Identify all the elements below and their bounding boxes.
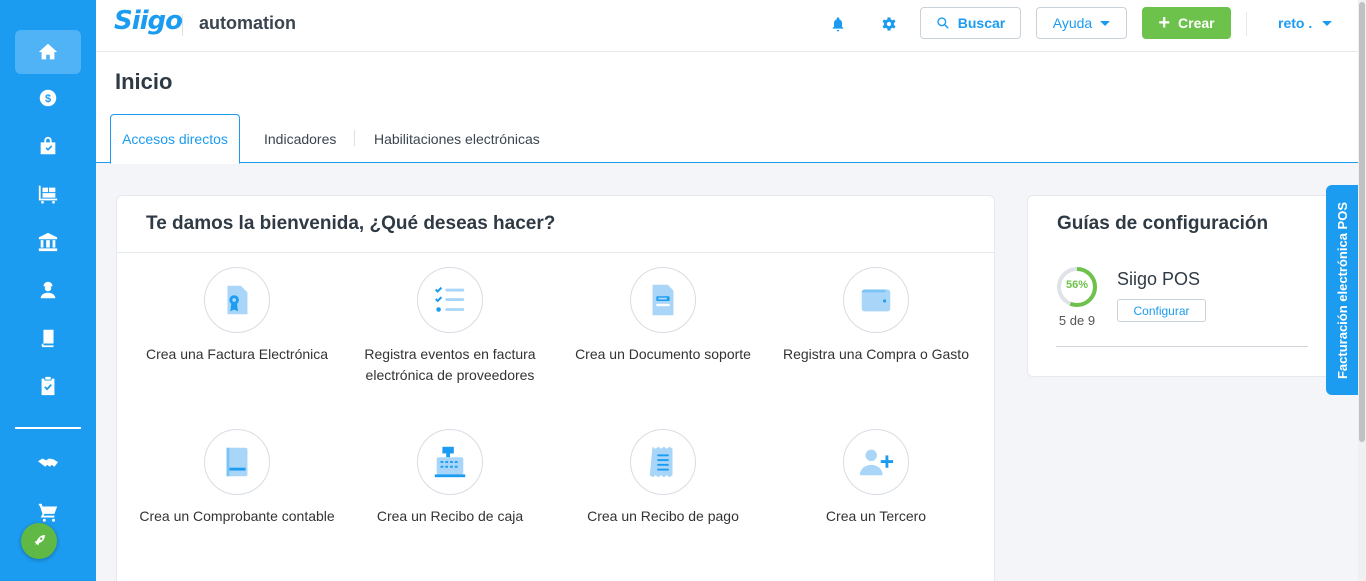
sidebar-item-home[interactable] bbox=[15, 30, 81, 74]
action-comprobante-contable[interactable]: Crea un Comprobante contable bbox=[131, 429, 343, 527]
search-button[interactable]: Buscar bbox=[920, 7, 1021, 39]
handshake-icon bbox=[37, 458, 59, 467]
ledger-icon bbox=[226, 447, 248, 477]
add-user-icon bbox=[859, 449, 894, 476]
header-separator bbox=[1246, 12, 1247, 36]
sidebar-divider bbox=[15, 427, 81, 429]
welcome-card: Te damos la bienvenida, ¿Qué deseas hace… bbox=[116, 195, 995, 581]
wallet-icon bbox=[861, 289, 891, 312]
cart-icon bbox=[38, 503, 58, 522]
action-factura-electronica[interactable]: Crea una Factura Electrónica bbox=[131, 267, 343, 365]
progress-percent: 56% bbox=[1065, 279, 1089, 291]
action-label: Registra una Compra o Gasto bbox=[783, 346, 969, 362]
dollar-icon: $ bbox=[39, 89, 57, 107]
tab-habilitaciones[interactable]: Habilitaciones electrónicas bbox=[374, 114, 540, 163]
action-documento-soporte[interactable]: Crea un Documento soporte bbox=[557, 267, 769, 365]
action-icon-circle bbox=[843, 429, 909, 495]
top-header: Siigo automation Buscar Ayuda + Crear re… bbox=[96, 0, 1358, 52]
action-icon-circle bbox=[204, 429, 270, 495]
search-button-label: Buscar bbox=[957, 15, 1006, 31]
create-button-label: Crear bbox=[1178, 15, 1215, 31]
action-recibo-pago[interactable]: Crea un Recibo de pago bbox=[557, 429, 769, 527]
logo-separator bbox=[182, 14, 183, 36]
action-label: Crea un Comprobante contable bbox=[139, 508, 335, 524]
sidebar-item-tasks[interactable] bbox=[15, 364, 81, 408]
help-label: Ayuda bbox=[1052, 15, 1093, 31]
sidebar-item-purchases[interactable] bbox=[15, 124, 81, 168]
action-label: Crea un Tercero bbox=[825, 508, 927, 524]
receipt-icon bbox=[649, 446, 673, 478]
action-crear-tercero[interactable]: Crea un Tercero bbox=[770, 429, 982, 527]
action-label: Crea una Factura Electrónica bbox=[145, 346, 329, 362]
action-label: Crea un Recibo de caja bbox=[376, 508, 524, 524]
pos-einvoice-side-tab[interactable]: Facturación electrónica POS bbox=[1326, 185, 1358, 395]
sidebar-item-inventory[interactable] bbox=[15, 172, 81, 216]
worker-icon bbox=[40, 281, 56, 299]
rocket-button[interactable] bbox=[21, 523, 57, 559]
sidebar-item-employees[interactable] bbox=[15, 268, 81, 312]
bank-icon bbox=[38, 232, 58, 252]
sidebar-item-partners[interactable] bbox=[15, 442, 81, 486]
svg-text:$: $ bbox=[45, 93, 51, 105]
create-button[interactable]: + Crear bbox=[1142, 7, 1231, 39]
sidebar-item-sales[interactable]: $ bbox=[15, 76, 81, 120]
card-divider bbox=[117, 252, 994, 253]
document-icon bbox=[652, 284, 674, 316]
clipboard-check-icon bbox=[41, 376, 55, 396]
page-title: Inicio bbox=[115, 69, 173, 94]
progress-steps: 5 de 9 bbox=[1058, 313, 1096, 328]
tab-indicadores[interactable]: Indicadores bbox=[264, 114, 336, 163]
bell-icon bbox=[832, 17, 844, 32]
home-icon bbox=[38, 43, 58, 60]
sidebar-item-banks[interactable] bbox=[15, 220, 81, 264]
action-icon-circle bbox=[417, 429, 483, 495]
book-icon bbox=[41, 329, 54, 348]
action-label: Crea un Recibo de pago bbox=[587, 508, 739, 524]
pallet-icon bbox=[38, 185, 58, 204]
action-eventos-factura[interactable]: Registra eventos en factura electrónica … bbox=[344, 267, 556, 386]
sidebar-item-accounting[interactable] bbox=[15, 316, 81, 360]
action-icon-circle bbox=[630, 429, 696, 495]
checklist-icon bbox=[435, 286, 465, 312]
notifications-button[interactable] bbox=[827, 13, 849, 35]
chevron-down-icon bbox=[1100, 20, 1111, 26]
chevron-down-icon bbox=[1322, 20, 1333, 26]
welcome-title: Te damos la bienvenida, ¿Qué deseas hace… bbox=[146, 213, 556, 234]
user-name: reto . bbox=[1278, 15, 1313, 31]
shopping-bag-icon bbox=[40, 136, 56, 155]
configure-button[interactable]: Configurar bbox=[1117, 299, 1206, 322]
guide-divider bbox=[1056, 346, 1308, 347]
side-tab-label: Facturación electrónica POS bbox=[1334, 201, 1350, 379]
settings-button[interactable] bbox=[878, 13, 900, 35]
action-icon-circle bbox=[630, 267, 696, 333]
sidebar: $ bbox=[0, 0, 96, 581]
scrollbar-thumb[interactable] bbox=[1359, 2, 1365, 442]
action-icon-circle bbox=[843, 267, 909, 333]
tab-separator bbox=[354, 130, 355, 146]
page-header: Inicio Accesos directos Indicadores Habi… bbox=[96, 52, 1358, 164]
action-icon-circle bbox=[417, 267, 483, 333]
action-icon-circle bbox=[204, 267, 270, 333]
siigo-logo[interactable]: Siigo bbox=[114, 6, 183, 36]
user-menu[interactable]: reto . bbox=[1278, 15, 1333, 31]
guides-card: Guías de configuración 56% 5 de 9 Siigo … bbox=[1027, 195, 1332, 377]
company-name: automation bbox=[199, 13, 296, 33]
action-compra-gasto[interactable]: Registra una Compra o Gasto bbox=[770, 267, 982, 365]
invoice-icon bbox=[227, 285, 248, 315]
rocket-icon bbox=[34, 535, 45, 546]
action-label: Registra eventos en factura electrónica … bbox=[364, 346, 536, 383]
gear-icon bbox=[882, 17, 896, 31]
guides-title: Guías de configuración bbox=[1057, 213, 1269, 234]
action-recibo-caja[interactable]: Crea un Recibo de caja bbox=[344, 429, 556, 527]
guide-name: Siigo POS bbox=[1117, 269, 1201, 289]
action-label: Crea un Documento soporte bbox=[575, 346, 751, 362]
plus-icon: + bbox=[1158, 12, 1171, 34]
help-dropdown[interactable]: Ayuda bbox=[1036, 7, 1127, 39]
search-icon bbox=[937, 17, 949, 29]
cash-register-icon bbox=[434, 446, 466, 478]
tab-accesos-directos[interactable]: Accesos directos bbox=[110, 114, 240, 164]
